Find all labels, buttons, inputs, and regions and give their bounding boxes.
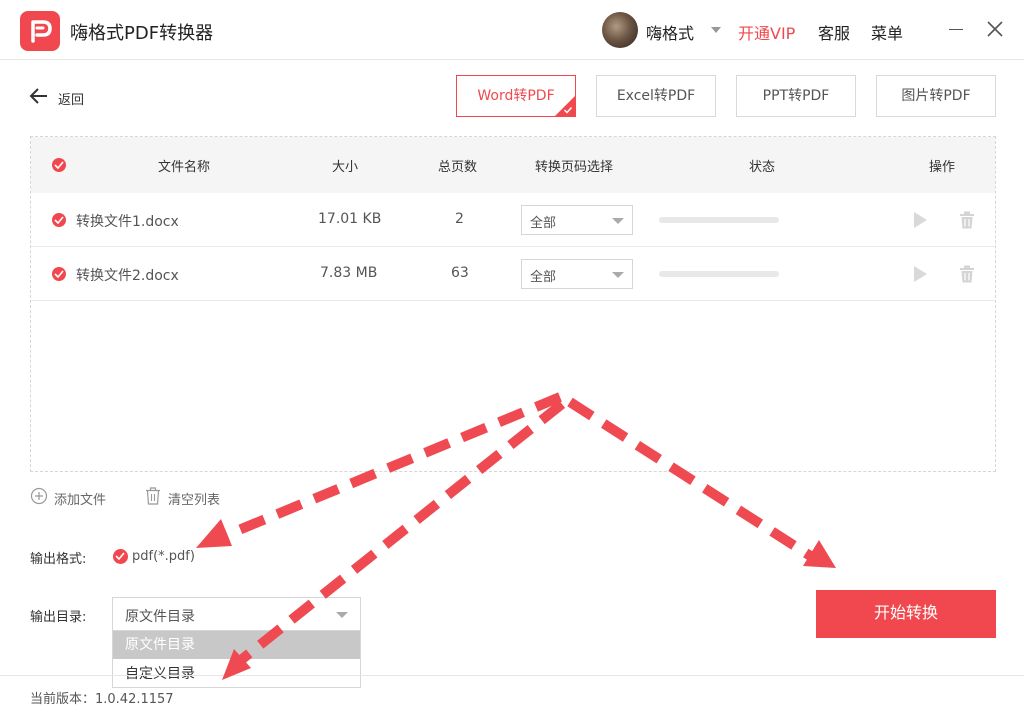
table-row: 转换文件2.docx 7.83 MB 63 全部 xyxy=(31,247,995,301)
tab-label: Word转PDF xyxy=(477,88,555,104)
add-file-label: 添加文件 xyxy=(54,493,107,508)
output-dir-dropdown: 原文件目录 自定义目录 xyxy=(112,630,361,688)
tab-ppt-to-pdf[interactable]: PPT转PDF xyxy=(736,75,856,117)
page-count: 2 xyxy=(455,211,464,227)
chevron-down-icon[interactable] xyxy=(711,27,721,33)
row-checkbox[interactable] xyxy=(52,267,66,281)
username[interactable]: 嗨格式 xyxy=(646,20,694,44)
column-header-name: 文件名称 xyxy=(158,160,211,175)
trash-icon xyxy=(146,487,160,505)
page-range-select[interactable]: 全部 xyxy=(521,205,633,235)
column-header-size: 大小 xyxy=(332,160,359,175)
footer-divider xyxy=(0,675,1024,676)
add-file-button[interactable]: 添加文件 xyxy=(30,487,120,508)
file-name: 转换文件1.docx xyxy=(76,214,179,230)
title-bar: 嗨格式PDF转换器 嗨格式 开通VIP 客服 菜单 xyxy=(0,0,1024,60)
tab-label: Excel转PDF xyxy=(616,88,696,104)
tab-label: 图片转PDF xyxy=(901,88,971,104)
tab-word-to-pdf[interactable]: Word转PDF xyxy=(456,75,576,117)
file-size: 7.83 MB xyxy=(320,265,378,281)
trash-icon[interactable] xyxy=(959,211,975,229)
output-dir-select[interactable]: 原文件目录 xyxy=(112,597,361,631)
table-row: 转换文件1.docx 17.01 KB 2 全部 xyxy=(31,193,995,247)
check-icon xyxy=(563,106,573,114)
play-icon[interactable] xyxy=(912,265,928,283)
tab-excel-to-pdf[interactable]: Excel转PDF xyxy=(596,75,716,117)
app-title: 嗨格式PDF转换器 xyxy=(70,23,214,44)
arrow-left-icon xyxy=(29,88,47,104)
select-all-checkbox[interactable] xyxy=(52,158,66,172)
back-label: 返回 xyxy=(58,93,85,108)
dropdown-option-original-dir[interactable]: 原文件目录 xyxy=(113,631,360,659)
row-checkbox[interactable] xyxy=(52,213,66,227)
file-size: 17.01 KB xyxy=(318,211,382,227)
page-range-value: 全部 xyxy=(530,270,557,285)
page-range-value: 全部 xyxy=(530,216,557,231)
progress-bar xyxy=(659,217,779,223)
app-logo-icon xyxy=(20,11,60,51)
progress-bar xyxy=(659,271,779,277)
column-header-actions: 操作 xyxy=(929,160,956,175)
plus-circle-icon xyxy=(30,487,48,505)
annotation-arrowhead xyxy=(803,540,836,568)
column-header-pages: 总页数 xyxy=(438,160,478,175)
table-header: 文件名称 大小 总页数 转换页码选择 状态 操作 xyxy=(31,137,995,193)
clear-list-label: 清空列表 xyxy=(168,493,221,508)
dropdown-option-custom-dir[interactable]: 自定义目录 xyxy=(113,660,360,688)
avatar[interactable] xyxy=(602,12,638,48)
page-range-select[interactable]: 全部 xyxy=(521,259,633,289)
chevron-down-icon xyxy=(336,612,348,618)
chevron-down-icon xyxy=(612,218,624,224)
close-icon[interactable] xyxy=(986,20,1004,38)
file-name: 转换文件2.docx xyxy=(76,268,179,284)
file-table: 文件名称 大小 总页数 转换页码选择 状态 操作 转换文件1.docx 17.0… xyxy=(30,136,996,472)
minimize-icon[interactable] xyxy=(949,29,963,30)
trash-icon[interactable] xyxy=(959,265,975,283)
output-dir-label: 输出目录: xyxy=(30,610,87,625)
output-format-value: pdf(*.pdf) xyxy=(132,549,195,564)
clear-list-button[interactable]: 清空列表 xyxy=(145,487,235,508)
play-icon[interactable] xyxy=(912,211,928,229)
chevron-down-icon xyxy=(612,272,624,278)
tab-image-to-pdf[interactable]: 图片转PDF xyxy=(876,75,996,117)
tab-label: PPT转PDF xyxy=(762,88,830,104)
pdf-format-radio[interactable] xyxy=(113,549,128,564)
annotation-arrowhead xyxy=(196,519,232,548)
output-dir-value: 原文件目录 xyxy=(125,609,195,625)
start-convert-button[interactable]: 开始转换 xyxy=(816,590,996,638)
column-header-range: 转换页码选择 xyxy=(535,160,614,175)
column-header-status: 状态 xyxy=(749,160,776,175)
service-link[interactable]: 客服 xyxy=(818,20,850,44)
menu-link[interactable]: 菜单 xyxy=(871,20,903,44)
page-count: 63 xyxy=(451,265,469,281)
version-text: 当前版本：1.0.42.1157 xyxy=(30,692,174,707)
vip-link[interactable]: 开通VIP xyxy=(738,20,795,44)
output-format-label: 输出格式: xyxy=(30,552,87,567)
